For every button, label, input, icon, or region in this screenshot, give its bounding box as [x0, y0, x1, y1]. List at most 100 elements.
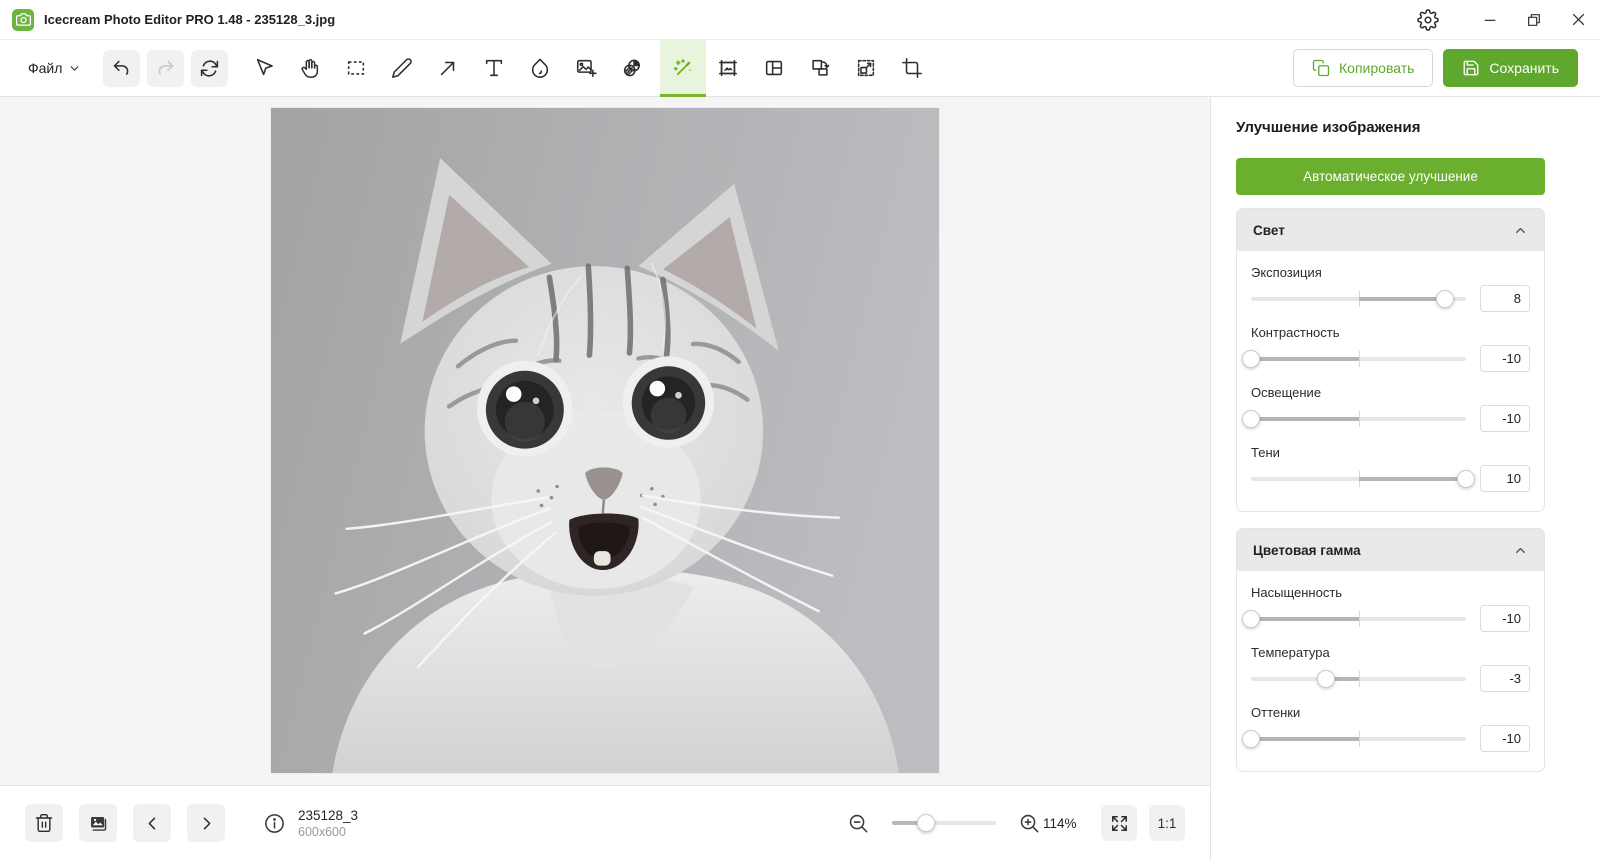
blur-drop-icon	[532, 58, 549, 78]
section-title: Свет	[1253, 222, 1285, 238]
slider-value-box[interactable]: -3	[1480, 665, 1530, 692]
frame-icon	[719, 59, 738, 77]
collage-icon	[766, 60, 783, 76]
zoom-slider-thumb[interactable]	[917, 814, 936, 832]
zoom-out-button[interactable]	[847, 812, 870, 835]
title-bar: Icecream Photo Editor PRO 1.48 - 235128_…	[0, 0, 1600, 40]
crop-tool[interactable]	[892, 40, 932, 97]
magic-wand-tool[interactable]	[660, 39, 707, 97]
info-icon[interactable]	[263, 812, 286, 835]
slider-row: Экспозиция 8	[1251, 265, 1530, 312]
file-menu[interactable]: Файл	[28, 60, 81, 76]
chevron-down-icon	[71, 65, 79, 71]
image-dimensions: 600x600	[298, 824, 346, 839]
save-icon	[1463, 60, 1479, 76]
settings-gear-icon[interactable]	[1406, 0, 1450, 39]
cursor-tool[interactable]	[244, 40, 284, 97]
collage-tool[interactable]	[754, 40, 794, 97]
slider-row: Оттенки -10	[1242, 705, 1530, 752]
actual-size-button[interactable]: 1:1	[1149, 805, 1185, 841]
copy-button[interactable]: Копировать	[1293, 49, 1434, 87]
collapse-chevron-icon[interactable]	[1513, 543, 1528, 558]
delete-button[interactable]	[25, 804, 63, 842]
copy-icon	[1312, 59, 1330, 77]
blur-tool[interactable]	[520, 40, 560, 97]
zoom-slider[interactable]	[892, 814, 996, 832]
magic-wand-icon	[673, 58, 691, 75]
slider-track[interactable]	[1251, 469, 1475, 488]
auto-enhance-button[interactable]: Автоматическое улучшение	[1236, 158, 1545, 195]
slider-row: Температура -3	[1251, 645, 1530, 692]
resize-tool[interactable]	[846, 40, 886, 97]
flip-rotate-tool[interactable]	[800, 40, 840, 97]
undo-button[interactable]	[103, 49, 141, 87]
fit-screen-button[interactable]	[1101, 805, 1137, 841]
slider-value-box[interactable]: -10	[1480, 345, 1530, 372]
previous-image-button[interactable]	[133, 804, 171, 842]
restore-icon[interactable]	[1512, 0, 1556, 39]
slider-track[interactable]	[1242, 609, 1466, 628]
resize-icon	[858, 59, 875, 77]
add-image-tool[interactable]	[566, 40, 606, 97]
section-header[interactable]: Свет	[1237, 209, 1544, 251]
slider-thumb[interactable]	[1242, 349, 1260, 368]
redo-icon	[159, 60, 174, 75]
cursor-icon	[257, 58, 274, 76]
slider-value-box[interactable]: 8	[1480, 285, 1530, 312]
slider-row: Насыщенность -10	[1242, 585, 1530, 632]
image-filename: 235128_3	[298, 807, 359, 823]
photo-surprised-cat[interactable]	[271, 108, 939, 773]
slider-value-box[interactable]: -10	[1480, 725, 1530, 752]
hand-tool[interactable]	[290, 40, 330, 97]
slider-label: Контрастность	[1251, 325, 1340, 340]
section-body: Насыщенность -10 Температура -3 Оттенки -10	[1237, 571, 1544, 771]
zoom-out-icon	[849, 814, 868, 832]
collapse-chevron-icon[interactable]	[1513, 223, 1528, 238]
zoom-in-icon	[1020, 814, 1039, 832]
save-button-label: Сохранить	[1489, 60, 1559, 76]
slider-thumb[interactable]	[1242, 409, 1260, 428]
filters-icon	[624, 59, 641, 77]
slider-track[interactable]	[1251, 669, 1466, 688]
slider-label: Насыщенность	[1251, 585, 1343, 600]
slider-thumb[interactable]	[1242, 729, 1260, 748]
section-title: Цветовая гамма	[1253, 542, 1361, 558]
close-icon[interactable]	[1556, 0, 1600, 39]
canvas-area[interactable]	[0, 97, 1210, 785]
section-header[interactable]: Цветовая гамма	[1237, 529, 1544, 571]
slider-track[interactable]	[1251, 289, 1466, 308]
slider-thumb[interactable]	[1457, 469, 1475, 488]
slider-thumb[interactable]	[1317, 669, 1336, 688]
slider-value-box[interactable]: -10	[1480, 605, 1530, 632]
actual-size-label: 1:1	[1157, 815, 1177, 831]
frame-tool[interactable]	[708, 40, 748, 97]
gallery-icon	[90, 816, 106, 831]
gallery-button[interactable]	[79, 804, 117, 842]
rotate-icon	[201, 59, 219, 77]
section-body: Экспозиция 8 Контрастность -10 Освещение -10 Т…	[1237, 251, 1544, 511]
filters-tool[interactable]	[612, 40, 652, 97]
slider-thumb[interactable]	[1242, 609, 1260, 628]
slider-thumb[interactable]	[1435, 289, 1454, 308]
save-button[interactable]: Сохранить	[1443, 49, 1578, 87]
pencil-tool[interactable]	[382, 40, 422, 97]
select-area-tool[interactable]	[336, 40, 376, 97]
fullscreen-icon	[1111, 815, 1127, 831]
next-image-button[interactable]	[187, 804, 225, 842]
text-tool[interactable]	[474, 40, 514, 97]
minimize-icon[interactable]	[1468, 0, 1512, 39]
slider-track[interactable]	[1242, 409, 1466, 428]
slider-value-box[interactable]: -10	[1480, 405, 1530, 432]
panel-title: Улучшение изображения	[1236, 119, 1421, 136]
slider-track[interactable]	[1242, 729, 1466, 748]
arrow-icon	[441, 61, 455, 76]
text-icon	[486, 59, 503, 77]
slider-track[interactable]	[1242, 349, 1466, 368]
rotate-button[interactable]	[191, 49, 229, 87]
zoom-in-button[interactable]	[1018, 812, 1041, 835]
window-title: Icecream Photo Editor PRO 1.48 - 235128_…	[44, 12, 336, 27]
redo-button[interactable]	[147, 49, 185, 87]
slider-label: Освещение	[1251, 385, 1322, 400]
arrow-tool[interactable]	[428, 40, 468, 97]
slider-value-box[interactable]: 10	[1480, 465, 1530, 492]
